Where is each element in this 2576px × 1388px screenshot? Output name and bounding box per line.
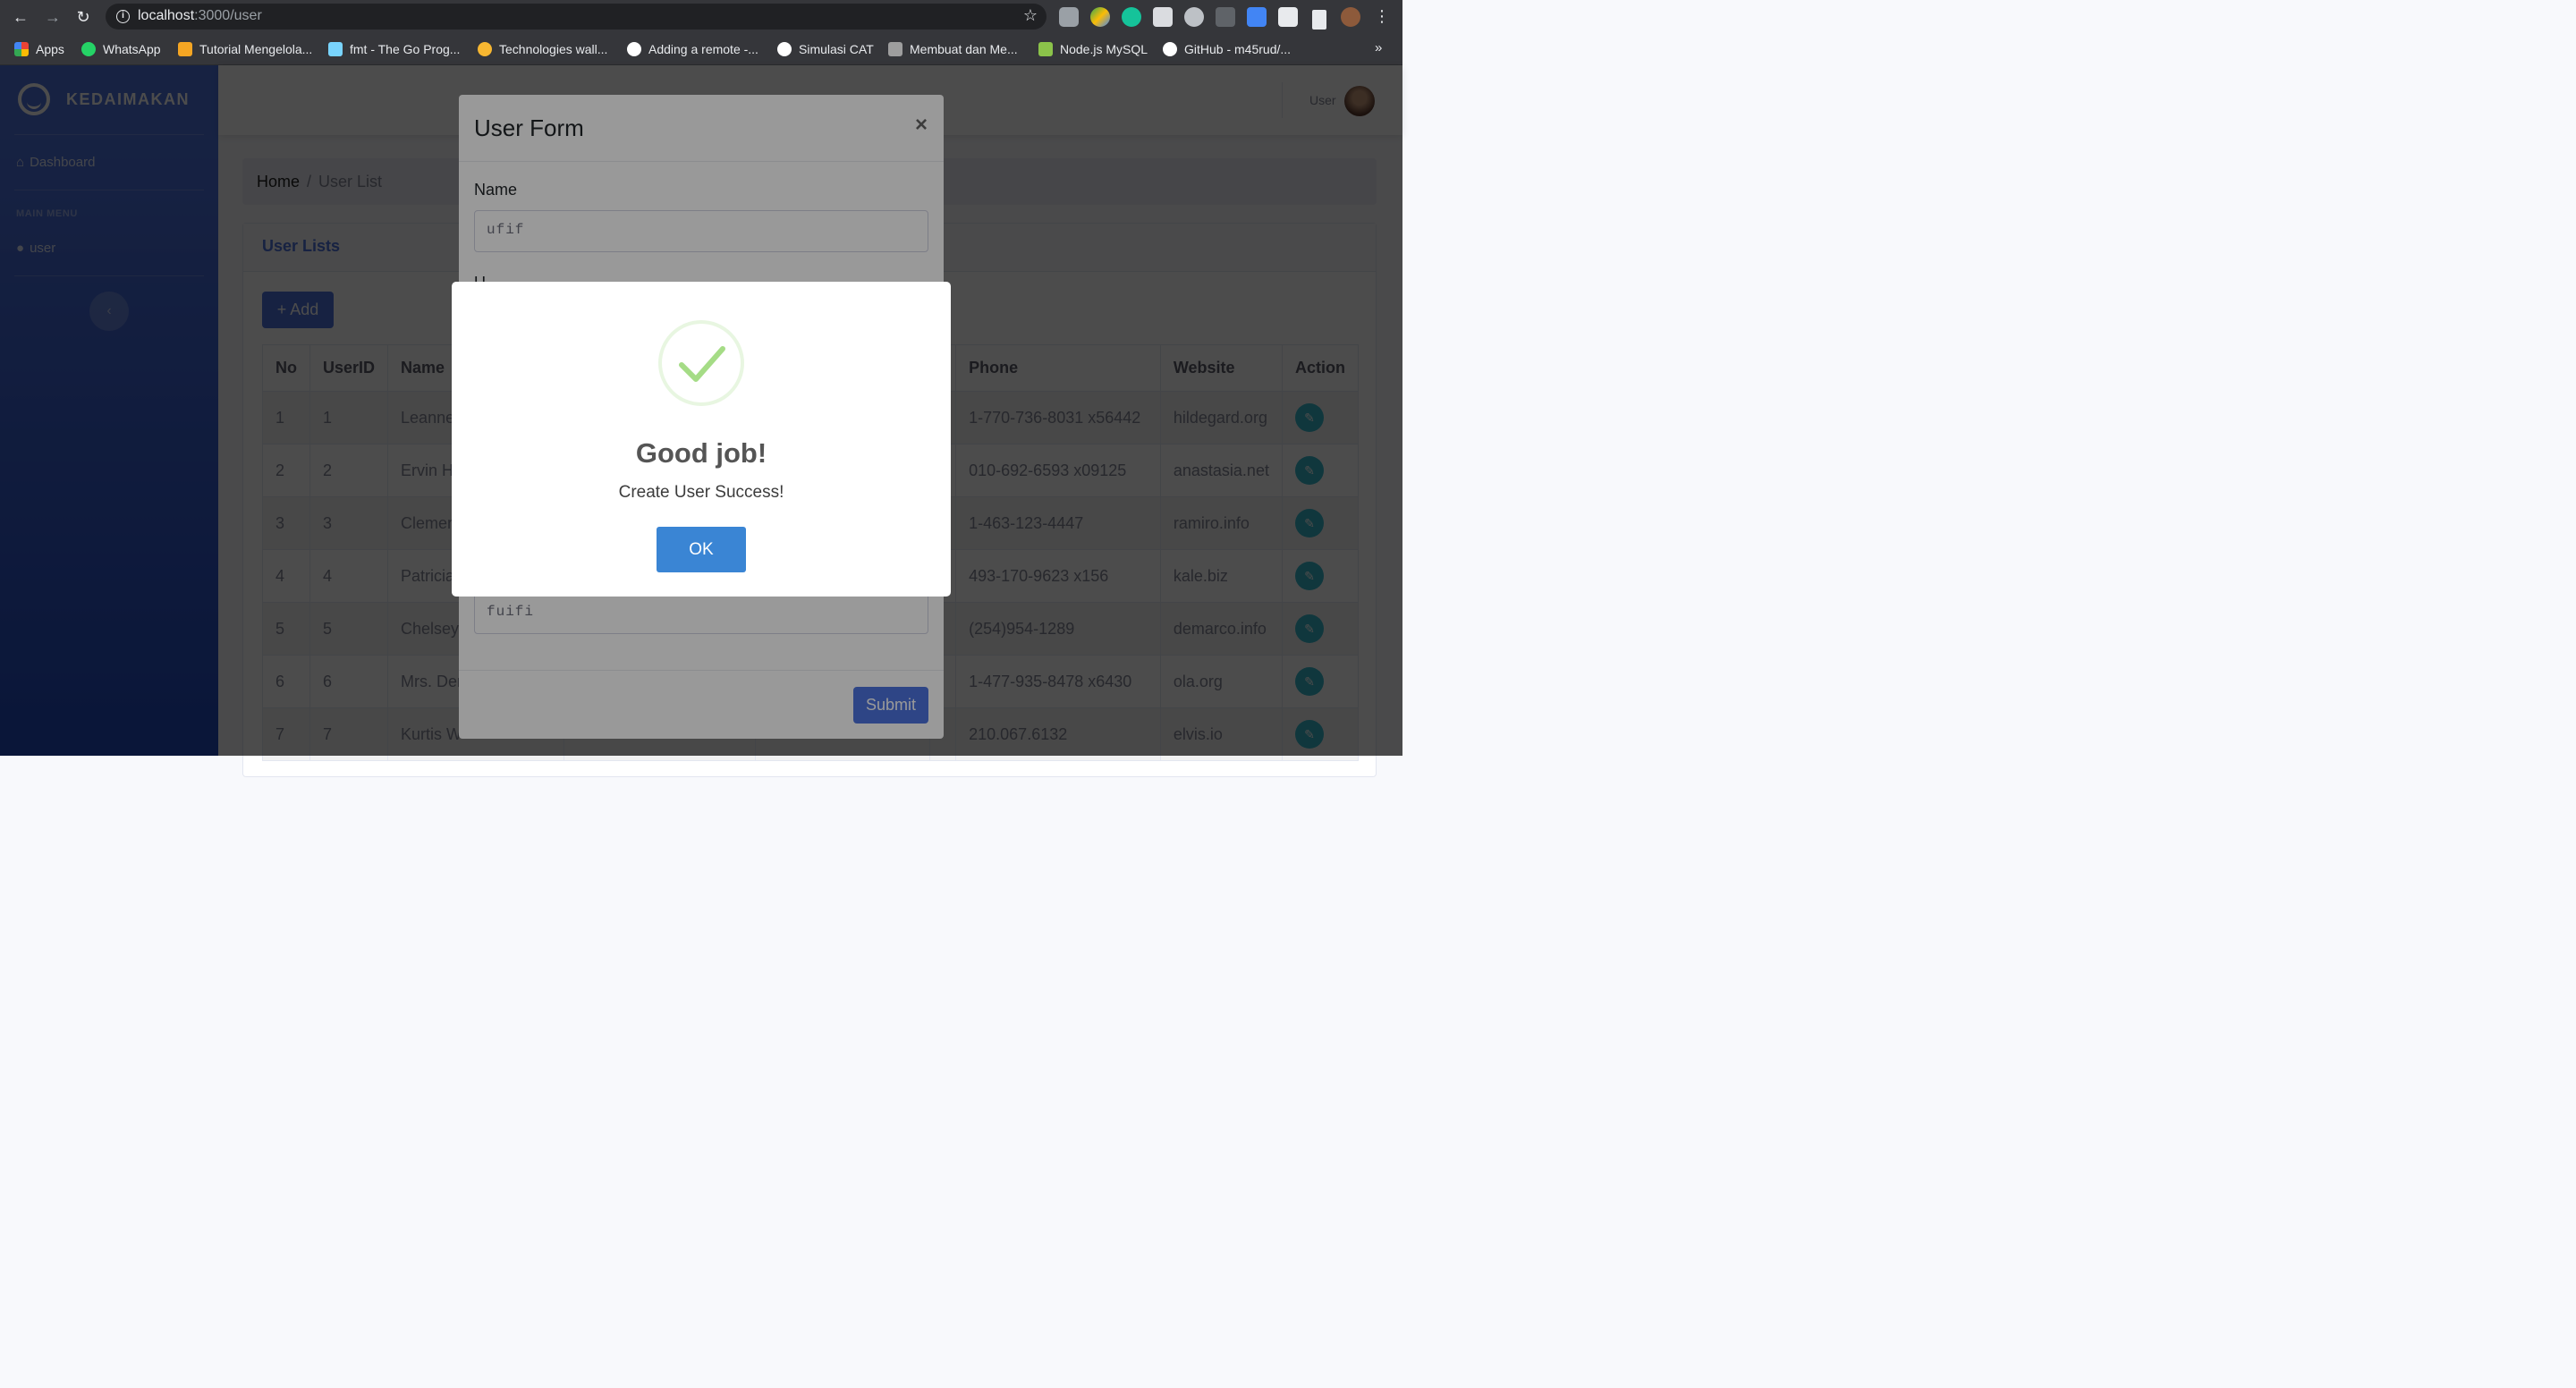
puzzle-extensions-icon[interactable] — [1312, 10, 1326, 30]
bookmarks-bar: Apps WhatsApp Tutorial Mengelola... fmt … — [0, 33, 1402, 65]
browser-toolbar: ← → ↻ i localhost:3000/user ☆ ⋮ — [0, 0, 1402, 33]
bookmark-fmt[interactable]: fmt - The Go Prog... — [328, 40, 460, 58]
go-gopher-icon — [328, 42, 343, 56]
bookmark-github[interactable]: GitHub - m45rud/... — [1163, 40, 1291, 58]
profile-avatar-icon[interactable] — [1341, 7, 1360, 27]
bookmarks-more-icon[interactable]: » — [1375, 40, 1382, 55]
bookmark-whatsapp[interactable]: WhatsApp — [81, 40, 161, 58]
bookmark-simulasi-cat[interactable]: Simulasi CAT — [777, 40, 874, 58]
drive-extension-icon[interactable] — [1090, 7, 1110, 27]
translate-extension-icon[interactable] — [1247, 7, 1267, 27]
grammarly-icon[interactable] — [1122, 7, 1141, 27]
reload-icon[interactable]: ↻ — [73, 7, 93, 27]
success-alert: Good job! Create User Success! OK — [452, 282, 951, 597]
alert-title: Good job! — [635, 437, 767, 469]
tutorial-site-icon — [178, 42, 192, 56]
bookmark-adding-remote[interactable]: Adding a remote -... — [627, 40, 758, 58]
bookmark-membuat[interactable]: Membuat dan Me... — [888, 40, 1018, 58]
globe-icon — [777, 42, 792, 56]
apps-grid-icon — [14, 42, 29, 56]
bookmark-technologies[interactable]: Technologies wall... — [478, 40, 607, 58]
alert-text: Create User Success! — [618, 483, 784, 502]
site-icon — [888, 42, 902, 56]
checkmark-icon — [679, 346, 725, 382]
w3schools-icon — [1038, 42, 1053, 56]
bookmark-tutorial[interactable]: Tutorial Mengelola... — [178, 40, 312, 58]
camera-extension-icon[interactable] — [1059, 7, 1079, 27]
browser-menu-icon[interactable]: ⋮ — [1374, 6, 1390, 26]
qr-extension-icon[interactable] — [1278, 7, 1298, 27]
info-icon[interactable]: i — [116, 10, 130, 23]
bookmark-star-icon[interactable]: ☆ — [1023, 6, 1038, 25]
whatsapp-icon — [81, 42, 96, 56]
w-site-icon — [478, 42, 492, 56]
ex-extension-icon[interactable] — [1153, 7, 1173, 27]
forward-icon[interactable]: → — [43, 7, 63, 27]
success-check-icon — [658, 320, 744, 406]
url-text: localhost:3000/user — [138, 8, 262, 23]
back-icon[interactable]: ← — [11, 7, 30, 27]
address-bar[interactable]: i localhost:3000/user ☆ — [106, 4, 1046, 30]
bookmark-apps[interactable]: Apps — [14, 40, 64, 58]
github-icon — [1163, 42, 1177, 56]
ok-button[interactable]: OK — [657, 527, 746, 572]
json-extension-icon[interactable] — [1216, 7, 1235, 27]
github-icon — [627, 42, 641, 56]
bookmark-nodejs-mysql[interactable]: Node.js MySQL — [1038, 40, 1148, 58]
extensions-area — [1059, 7, 1360, 30]
chat-extension-icon[interactable] — [1184, 7, 1204, 27]
